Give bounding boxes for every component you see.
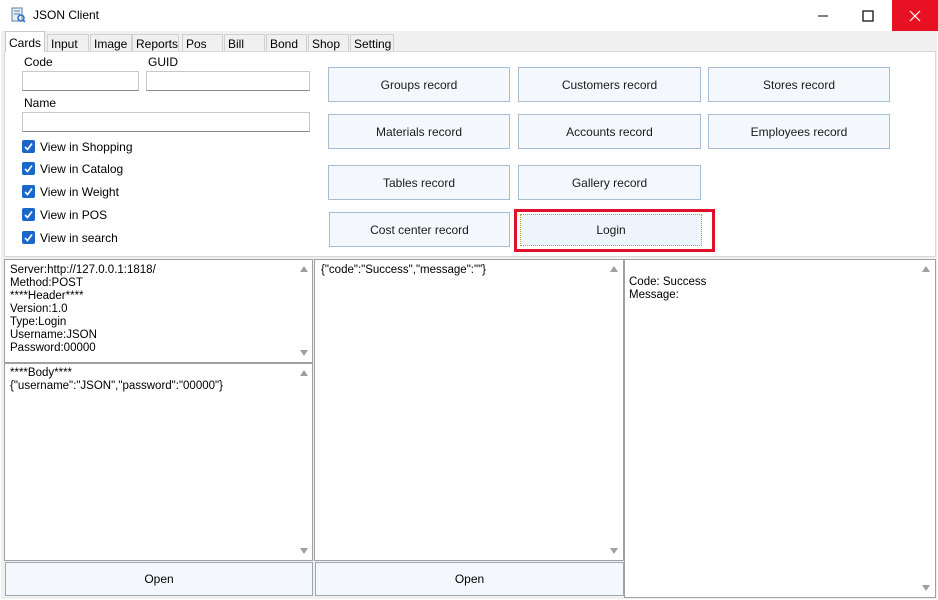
customers-record-button[interactable]: Customers record	[518, 67, 701, 102]
minimize-icon	[818, 15, 828, 16]
gallery-record-button[interactable]: Gallery record	[518, 165, 701, 200]
maximize-button[interactable]	[845, 0, 891, 31]
materials-record-button[interactable]: Materials record	[328, 114, 510, 149]
app-icon	[10, 7, 26, 23]
open-request-button[interactable]: Open	[5, 562, 313, 596]
groups-record-button[interactable]: Groups record	[328, 67, 510, 102]
request-header-scrollbar[interactable]	[296, 260, 312, 362]
tab-shop[interactable]: Shop	[308, 34, 349, 52]
request-body-text: ****Body**** {"username":"JSON","passwor…	[10, 367, 223, 392]
scroll-down-icon[interactable]	[300, 548, 308, 554]
tab-bill[interactable]: Bill	[224, 34, 265, 52]
request-header-text: Server:http://127.0.0.1:1818/ Method:POS…	[10, 264, 156, 354]
title-bar[interactable]	[0, 0, 938, 31]
guid-input[interactable]	[146, 71, 310, 91]
cost-center-record-button[interactable]: Cost center record	[329, 212, 510, 247]
tab-pos[interactable]: Pos	[182, 34, 223, 52]
view-in-catalog-label: View in Catalog	[40, 162, 124, 176]
result-scrollbar[interactable]	[918, 260, 934, 597]
checkmark-icon	[24, 188, 33, 196]
stores-record-button[interactable]: Stores record	[708, 67, 890, 102]
tab-cards[interactable]: Cards	[5, 31, 45, 52]
scroll-up-icon[interactable]	[300, 370, 308, 376]
name-label: Name	[24, 96, 57, 110]
open-response-button[interactable]: Open	[315, 562, 624, 596]
tab-input[interactable]: Input	[47, 34, 89, 52]
response-raw-textbox[interactable]	[314, 259, 624, 561]
tab-image[interactable]: Image	[90, 34, 132, 52]
view-in-search-checkbox[interactable]	[22, 231, 35, 244]
employees-record-button[interactable]: Employees record	[708, 114, 890, 149]
guid-label: GUID	[148, 55, 178, 69]
result-textbox[interactable]	[624, 259, 936, 598]
maximize-icon	[862, 9, 874, 22]
view-in-catalog-checkbox[interactable]	[22, 162, 35, 175]
accounts-record-button[interactable]: Accounts record	[518, 114, 701, 149]
name-input[interactable]	[22, 112, 310, 132]
view-in-search-label: View in search	[40, 231, 118, 245]
response-raw-text: {"code":"Success","message":""}	[321, 264, 486, 276]
scroll-up-icon[interactable]	[610, 266, 618, 272]
view-in-weight-checkbox[interactable]	[22, 185, 35, 198]
view-in-shopping-checkbox[interactable]	[22, 140, 35, 153]
scroll-down-icon[interactable]	[922, 585, 930, 591]
minimize-button[interactable]	[800, 0, 846, 31]
request-body-scrollbar[interactable]	[296, 364, 312, 560]
close-button[interactable]	[892, 0, 938, 31]
tab-bond[interactable]: Bond	[266, 34, 307, 52]
view-in-pos-checkbox[interactable]	[22, 208, 35, 221]
tables-record-button[interactable]: Tables record	[328, 165, 510, 200]
tab-reports[interactable]: Reports	[132, 34, 179, 52]
view-in-weight-label: View in Weight	[40, 185, 119, 199]
window-title: JSON Client	[33, 8, 100, 22]
checkmark-icon	[24, 143, 33, 151]
view-in-shopping-label: View in Shopping	[40, 140, 133, 154]
login-button[interactable]: Login	[520, 214, 702, 246]
close-icon	[909, 10, 921, 21]
scroll-down-icon[interactable]	[610, 548, 618, 554]
view-in-pos-label: View in POS	[40, 208, 108, 222]
scroll-down-icon[interactable]	[300, 350, 308, 356]
result-text: Code: Success Message:	[629, 276, 707, 301]
scroll-up-icon[interactable]	[922, 266, 930, 272]
code-label: Code	[24, 55, 53, 69]
checkmark-icon	[24, 234, 33, 242]
scroll-up-icon[interactable]	[300, 266, 308, 272]
checkmark-icon	[24, 165, 33, 173]
tab-setting[interactable]: Setting	[350, 34, 394, 52]
code-input[interactable]	[22, 71, 139, 91]
checkmark-icon	[24, 211, 33, 219]
response-raw-scrollbar[interactable]	[606, 260, 622, 560]
